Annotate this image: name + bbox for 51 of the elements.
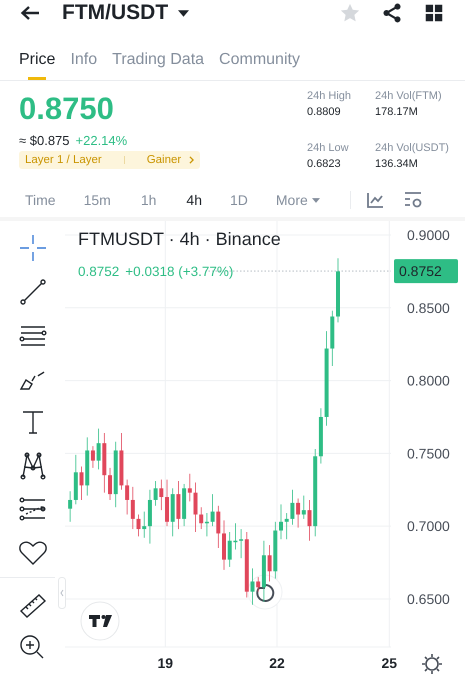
interval-tab[interactable]: Time: [25, 192, 56, 208]
axis-label: 19: [158, 655, 174, 671]
usd-price: ≈ $0.875: [19, 133, 70, 148]
axis-label: 22: [269, 655, 285, 671]
interval-tab[interactable]: 4h: [186, 192, 202, 208]
chevron-icon: [189, 156, 194, 164]
caret-icon: [312, 198, 320, 202]
stat-value: 136.34M: [375, 158, 419, 170]
stat-label: 24h High: [307, 90, 352, 102]
interval-tab[interactable]: 15m: [84, 192, 111, 208]
stat-label: 24h Low: [307, 142, 350, 154]
line-tool-icon[interactable]: [18, 276, 48, 306]
back-arrow-icon[interactable]: [20, 5, 40, 21]
collapse-handle[interactable]: [58, 577, 66, 609]
stat-value: 0.8809: [307, 106, 342, 118]
settings-icon[interactable]: [421, 653, 443, 675]
tab[interactable]: Info: [70, 40, 98, 80]
crosshair-tool-icon[interactable]: [18, 233, 48, 263]
pair-title[interactable]: FTM/USDT: [62, 1, 168, 25]
price-tag: [394, 259, 458, 284]
grid-icon[interactable]: [423, 2, 445, 24]
tab[interactable]: Price: [19, 40, 56, 80]
axis-label: 0.9000: [407, 226, 450, 243]
change-percent: +22.14%: [76, 133, 128, 148]
tag-pill[interactable]: Layer 1 / Layer Gainer: [19, 151, 200, 169]
tab[interactable]: Community: [219, 40, 300, 80]
tab[interactable]: Trading Data: [112, 40, 204, 80]
stat-value: 0.6823: [307, 158, 342, 170]
chart-title: FTMUSDT · 4h · Binance: [78, 229, 281, 249]
interval-tab[interactable]: 1D: [230, 192, 248, 208]
share-icon[interactable]: [381, 2, 403, 24]
indicator-icon[interactable]: [364, 190, 385, 210]
axis-label: 0.8000: [407, 372, 450, 389]
logo-icon[interactable]: [80, 602, 120, 640]
interval-tab[interactable]: More: [276, 192, 320, 208]
chart-settings-icon[interactable]: [402, 190, 423, 210]
axis-label: 0.8500: [407, 300, 450, 316]
stat-label: 24h Vol(FTM): [375, 90, 443, 102]
stat-value: 178.17M: [375, 106, 419, 118]
axis-label: 0.6500: [407, 590, 450, 607]
chart-price-change: 0.8752 +0.0318 (+3.77%): [78, 264, 234, 279]
price-tag-value: 0.8752: [399, 263, 442, 280]
pattern-tool-icon[interactable]: [18, 450, 48, 480]
axis-label: 0.7000: [407, 518, 450, 534]
star-icon[interactable]: [339, 2, 361, 24]
axis-label: 25: [382, 655, 398, 671]
last-price: 0.8750: [19, 91, 115, 127]
axis-label: 0.7500: [407, 445, 450, 462]
caret-icon[interactable]: [178, 10, 190, 16]
interval-tab[interactable]: 1h: [140, 192, 156, 208]
stat-label: 24h Vol(USDT): [375, 142, 450, 154]
